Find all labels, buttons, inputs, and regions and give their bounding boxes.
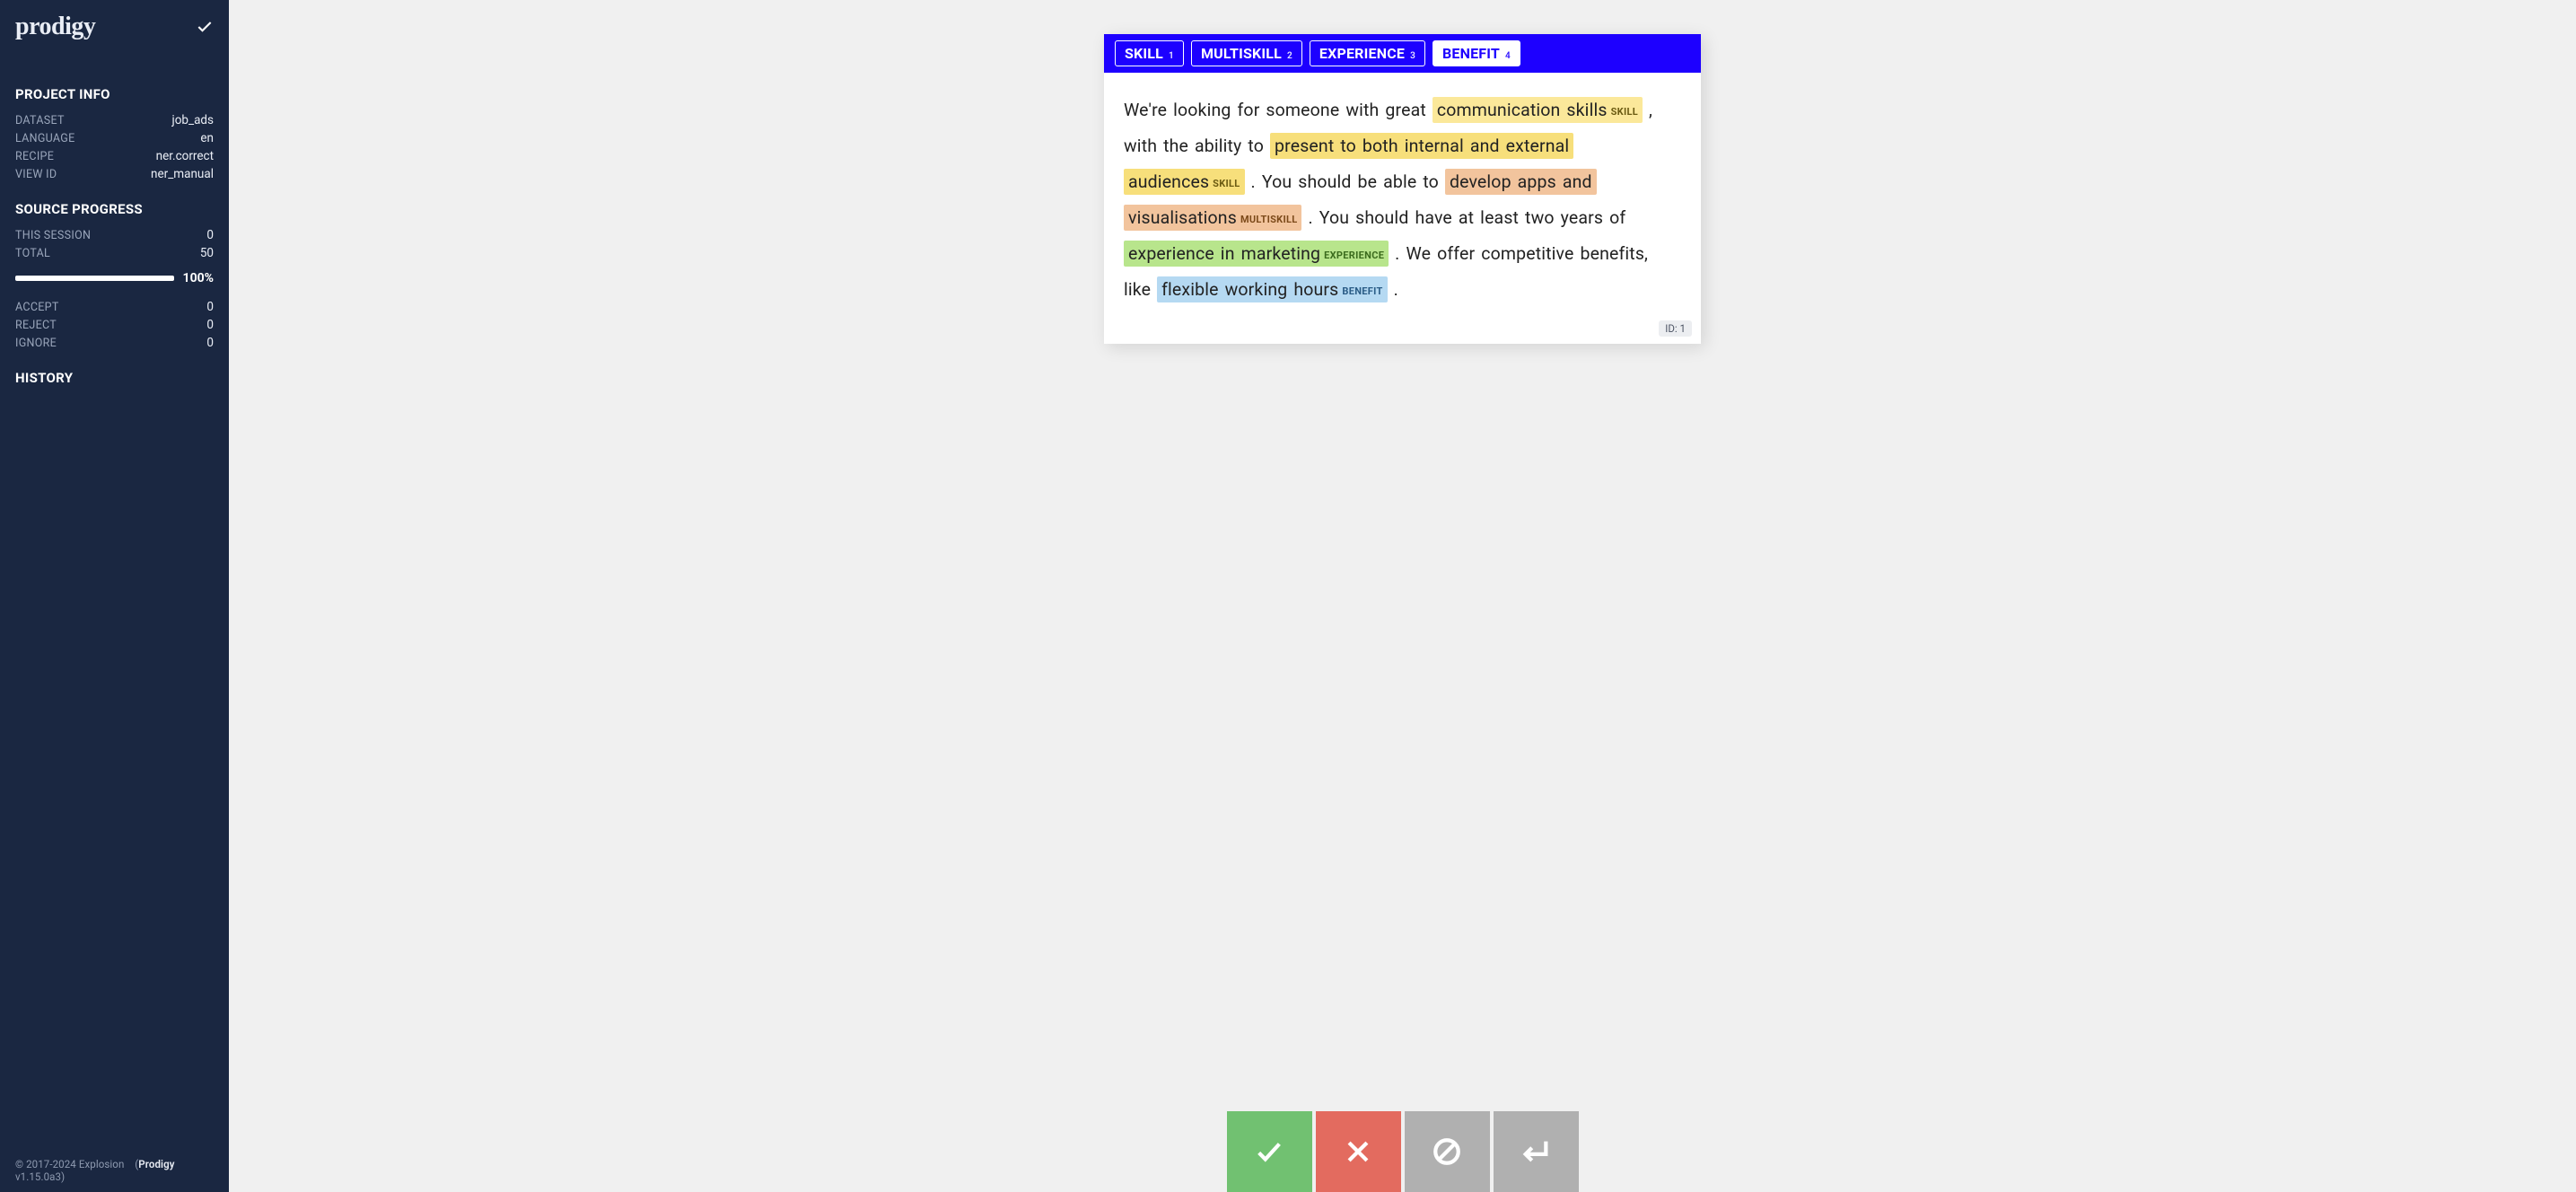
main-area: SKILL 1 MULTISKILL 2 EXPERIENCE 3 BENEFIT 4 We'… <box>229 0 2576 1192</box>
sidebar-header: prodigy <box>15 13 214 41</box>
count-label: IGNORE <box>15 337 57 350</box>
label-chip-benefit[interactable]: BENEFIT 4 <box>1433 40 1520 66</box>
count-value: 0 <box>206 336 214 350</box>
label-chip-hotkey: 2 <box>1287 51 1292 61</box>
label-chip-experience[interactable]: EXPERIENCE 3 <box>1310 40 1425 66</box>
ner-span-text: experience in marketing <box>1128 243 1320 264</box>
logo: prodigy <box>15 13 95 41</box>
count-value: 0 <box>206 300 214 314</box>
project-info-key: LANGUAGE <box>15 132 75 145</box>
count-label: REJECT <box>15 319 57 332</box>
project-info-value: ner.correct <box>156 149 214 163</box>
project-info-list: DATASET job_ads LANGUAGE en RECIPE ner.correc… <box>15 111 214 183</box>
project-info-key: DATASET <box>15 114 65 127</box>
project-info-value: en <box>200 131 214 145</box>
count-label: ACCEPT <box>15 301 59 314</box>
action-bar <box>1227 1111 1579 1192</box>
label-chip-name: EXPERIENCE <box>1319 45 1405 62</box>
history-heading: HISTORY <box>15 370 214 386</box>
task-id-value: 1 <box>1680 322 1686 335</box>
project-info-row: RECIPE ner.correct <box>15 147 214 165</box>
reject-button[interactable] <box>1316 1111 1401 1192</box>
counts-list: ACCEPT 0 REJECT 0 IGNORE 0 <box>15 298 214 352</box>
task-card: SKILL 1 MULTISKILL 2 EXPERIENCE 3 BENEFIT 4 We'… <box>1104 34 1701 344</box>
sidebar: prodigy PROJECT INFO DATASET job_ads LANGU… <box>0 0 229 1192</box>
project-info-heading: PROJECT INFO <box>15 86 214 102</box>
progress-session-value: 0 <box>206 228 214 242</box>
label-chip-name: BENEFIT <box>1442 45 1500 62</box>
project-info-row: DATASET job_ads <box>15 111 214 129</box>
ner-span[interactable]: communication skillsSKILL <box>1433 97 1643 123</box>
progress-bar <box>15 276 174 281</box>
progress-total-value: 50 <box>200 246 214 260</box>
source-progress-heading: SOURCE PROGRESS <box>15 201 214 217</box>
ban-icon <box>1432 1136 1462 1167</box>
copyright-text: © 2017-2024 Explosion <box>15 1158 124 1170</box>
project-info-row: VIEW ID ner_manual <box>15 165 214 183</box>
progress-total-label: TOTAL <box>15 247 50 260</box>
progress-bar-fill <box>15 276 174 281</box>
ner-span[interactable]: experience in marketing EXPERIENCE <box>1124 241 1389 267</box>
ner-span-text: communication skills <box>1437 100 1608 120</box>
project-info-key: VIEW ID <box>15 168 57 181</box>
label-chip-hotkey: 3 <box>1410 51 1415 61</box>
ner-span-tag: EXPERIENCE <box>1324 250 1384 261</box>
project-info-row: LANGUAGE en <box>15 129 214 147</box>
project-info-value: job_ads <box>171 113 214 127</box>
progress-bar-wrap: 100% <box>15 271 214 285</box>
label-chip-multiskill[interactable]: MULTISKILL 2 <box>1191 40 1302 66</box>
save-status-icon <box>196 18 214 36</box>
project-info-key: RECIPE <box>15 150 54 163</box>
ner-span-tag: MULTISKILL <box>1240 214 1298 225</box>
check-icon <box>1254 1136 1284 1167</box>
return-icon <box>1520 1136 1551 1167</box>
count-row: ACCEPT 0 <box>15 298 214 316</box>
label-chip-skill[interactable]: SKILL 1 <box>1115 40 1184 66</box>
project-info-value: ner_manual <box>151 167 214 181</box>
label-chip-name: SKILL <box>1125 45 1163 62</box>
task-text[interactable]: We're looking for someone with great com… <box>1104 73 1701 320</box>
undo-button[interactable] <box>1494 1111 1579 1192</box>
ner-span-tag: SKILL <box>1213 178 1240 189</box>
ner-span-text: flexible working hours <box>1161 279 1338 300</box>
progress-total-row: TOTAL 50 <box>15 244 214 262</box>
label-chip-hotkey: 4 <box>1505 51 1511 61</box>
count-value: 0 <box>206 318 214 332</box>
label-selector-bar: SKILL 1 MULTISKILL 2 EXPERIENCE 3 BENEFIT 4 <box>1104 34 1701 73</box>
x-icon <box>1343 1136 1373 1167</box>
ner-span-tag: SKILL <box>1611 106 1638 118</box>
progress-session-label: THIS SESSION <box>15 229 91 242</box>
app-name: Prodigy <box>138 1158 174 1170</box>
ignore-button[interactable] <box>1405 1111 1490 1192</box>
accept-button[interactable] <box>1227 1111 1312 1192</box>
progress-session-row: THIS SESSION 0 <box>15 226 214 244</box>
version-text: v1.15.0a3) <box>15 1170 65 1183</box>
label-chip-name: MULTISKILL <box>1201 45 1282 62</box>
count-row: IGNORE 0 <box>15 334 214 352</box>
count-row: REJECT 0 <box>15 316 214 334</box>
task-card-footer: ID: 1 <box>1104 320 1701 344</box>
task-id-label: ID: <box>1665 322 1677 335</box>
ner-span[interactable]: flexible working hours BENEFIT <box>1157 276 1387 302</box>
ner-span-tag: BENEFIT <box>1342 285 1382 297</box>
task-id-badge: ID: 1 <box>1659 320 1692 337</box>
progress-percent: 100% <box>183 271 214 285</box>
sidebar-footer: © 2017-2024 Explosion (Prodigy v1.15.0a3… <box>15 1158 214 1183</box>
label-chip-hotkey: 1 <box>1169 51 1174 61</box>
